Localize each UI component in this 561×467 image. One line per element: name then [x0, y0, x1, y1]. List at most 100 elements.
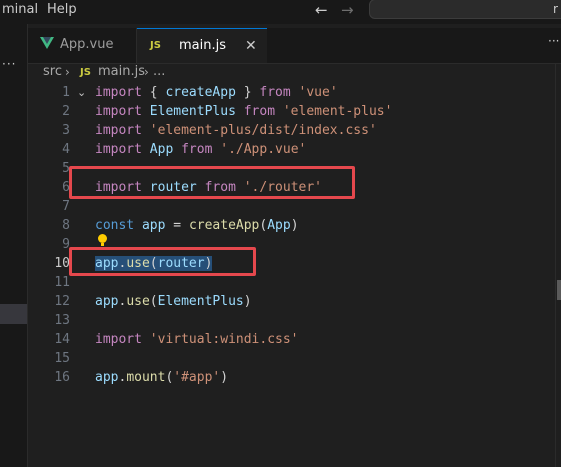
title-bar: minal Help ← → r	[0, 0, 561, 24]
highlight-box-app-use-router	[69, 247, 256, 276]
code-token: import	[95, 332, 142, 347]
line-number: 5	[62, 161, 70, 176]
chevron-right-icon: ›	[65, 65, 70, 79]
code-token: 'element-plus/dist/index.css'	[149, 123, 377, 138]
code-token: (	[149, 294, 158, 309]
code-text[interactable]: app.use(ElementPlus)	[95, 292, 252, 311]
code-token: 'virtual:windi.css'	[149, 332, 299, 347]
tab-label: main.js	[179, 38, 226, 53]
js-icon: JS	[150, 40, 161, 51]
code-line[interactable]: 3 import 'element-plus/dist/index.css'	[28, 121, 561, 140]
tab-more-actions-icon[interactable]: ···	[548, 34, 559, 48]
fold-chevron-icon[interactable]: ⌄	[77, 83, 86, 102]
code-token: app	[95, 294, 119, 309]
code-token: const	[95, 218, 135, 233]
tab-label: App.vue	[60, 37, 114, 52]
side-panel-edge: ···	[0, 24, 28, 467]
line-number: 9	[62, 237, 70, 252]
line-number: 4	[62, 142, 70, 157]
code-text[interactable]: import ElementPlus from 'element-plus'	[95, 102, 392, 121]
code-line[interactable]: 4 import App from './App.vue'	[28, 140, 561, 159]
vue-icon	[40, 37, 54, 49]
code-line[interactable]: 7	[28, 197, 561, 216]
menu-help[interactable]: Help	[47, 0, 77, 20]
line-number: 10	[54, 256, 70, 271]
code-token: )	[243, 294, 252, 309]
breadcrumb-folder[interactable]: src	[43, 63, 62, 81]
code-token: app	[95, 370, 119, 385]
line-number: 12	[54, 294, 70, 309]
code-token: )	[290, 218, 299, 233]
code-line[interactable]: 8 const app = createApp(App)	[28, 216, 561, 235]
code-token: )	[220, 370, 229, 385]
menu-terminal[interactable]: minal	[2, 0, 38, 20]
code-token: createApp	[165, 85, 236, 100]
code-token: createApp	[188, 218, 260, 233]
code-token: }	[235, 85, 260, 100]
code-token: {	[141, 85, 166, 100]
code-token: import	[95, 123, 142, 138]
code-token: from	[243, 104, 276, 119]
code-text[interactable]: const app = createApp(App)	[95, 216, 299, 235]
code-text[interactable]: import 'virtual:windi.css'	[95, 330, 299, 349]
code-token: import	[95, 104, 142, 119]
close-icon[interactable]: ✕	[245, 37, 257, 55]
code-token: ElementPlus	[157, 294, 244, 309]
search-text: r	[553, 2, 558, 16]
scrollbar-thumb[interactable]	[557, 280, 561, 300]
code-line[interactable]: 2 import ElementPlus from 'element-plus'	[28, 102, 561, 121]
line-number: 14	[54, 332, 70, 347]
code-token: from	[259, 85, 291, 100]
line-number: 13	[54, 313, 70, 328]
code-token: import	[95, 85, 142, 100]
code-line[interactable]: 13	[28, 311, 561, 330]
line-number: 16	[54, 370, 70, 385]
editor-right-edge	[555, 63, 556, 467]
code-token: use	[126, 294, 150, 309]
line-number: 11	[54, 275, 70, 290]
code-line[interactable]: 1 import { createApp } from 'vue'	[28, 83, 561, 102]
code-line[interactable]: 15	[28, 349, 561, 368]
code-token: import	[95, 142, 142, 157]
line-number: 15	[54, 351, 70, 366]
lightbulb-icon[interactable]	[98, 234, 107, 246]
code-text[interactable]: import 'element-plus/dist/index.css'	[95, 121, 377, 140]
code-token: './App.vue'	[220, 142, 307, 157]
breadcrumb-symbols[interactable]: ...	[153, 63, 165, 81]
highlight-box-import-router	[69, 166, 355, 199]
code-text[interactable]: app.mount('#app')	[95, 368, 228, 387]
code-line[interactable]: 16 app.mount('#app')	[28, 368, 561, 387]
code-editor[interactable]: 1 import { createApp } from 'vue' 2 import …	[28, 83, 561, 467]
line-number: 1	[62, 85, 70, 100]
back-arrow-icon[interactable]: ←	[315, 0, 328, 20]
code-token: ElementPlus	[149, 104, 236, 119]
line-number: 2	[62, 104, 70, 119]
code-token: 'element-plus'	[282, 104, 393, 119]
code-token: from	[181, 142, 213, 157]
tab-app-vue[interactable]: App.vue	[28, 28, 137, 63]
code-token: mount	[126, 370, 166, 385]
code-text[interactable]: import { createApp } from 'vue'	[95, 83, 338, 102]
command-center-search[interactable]	[369, 0, 561, 19]
forward-arrow-icon[interactable]: →	[341, 0, 354, 20]
code-token: app	[141, 218, 166, 233]
tab-main-js[interactable]: JS main.js ✕	[137, 28, 267, 63]
line-number: 8	[62, 218, 70, 233]
line-number: 7	[62, 199, 70, 214]
line-number: 3	[62, 123, 70, 138]
code-line[interactable]: 12 app.use(ElementPlus)	[28, 292, 561, 311]
line-number: 6	[62, 180, 70, 195]
code-token: 'vue'	[298, 85, 338, 100]
breadcrumb-file[interactable]: main.js	[98, 63, 145, 81]
selected-item-highlight[interactable]	[0, 304, 27, 324]
code-line[interactable]: 14 import 'virtual:windi.css'	[28, 330, 561, 349]
more-actions-icon[interactable]: ···	[2, 57, 16, 71]
code-text[interactable]: import App from './App.vue'	[95, 140, 306, 159]
